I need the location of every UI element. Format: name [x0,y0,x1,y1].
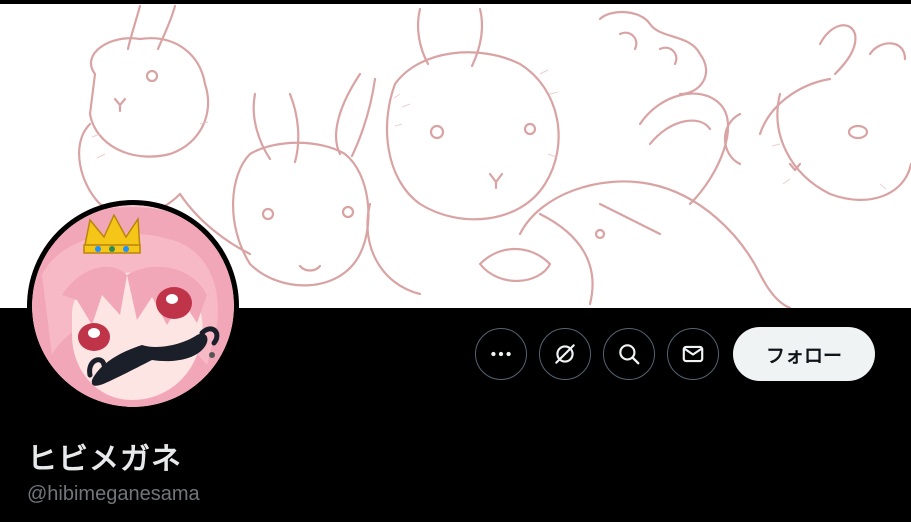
profile-avatar[interactable] [27,200,239,412]
user-handle: @hibimeganesama [27,483,200,505]
display-name: ヒビメガネ [27,442,182,477]
more-dots-icon [491,351,511,357]
grok-icon [555,344,575,364]
more-button[interactable] [475,328,527,380]
avatar-image [32,205,234,407]
profile-actions: フォロー [475,327,875,381]
follow-button[interactable]: フォロー [733,327,875,381]
message-button[interactable] [667,328,719,380]
mail-icon [682,345,704,363]
search-button[interactable] [603,328,655,380]
search-icon [619,344,640,365]
grok-button[interactable] [539,328,591,380]
